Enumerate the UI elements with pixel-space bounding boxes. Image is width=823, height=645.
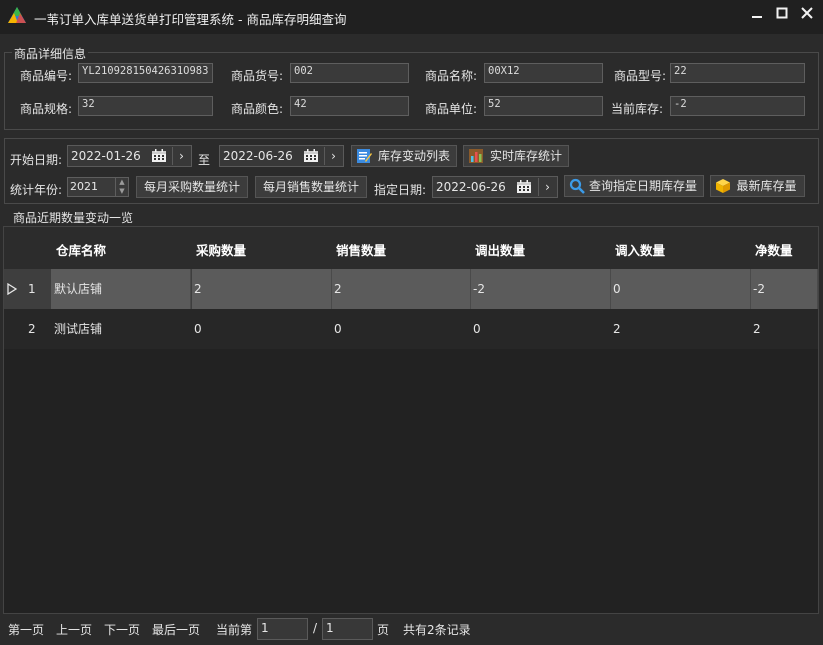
- row-pointer-icon: [7, 283, 17, 295]
- detail-group-title: 商品详细信息: [12, 45, 89, 62]
- cell-warehouse: 默认店铺: [54, 282, 103, 296]
- query-specified-date-stock-button[interactable]: 查询指定日期库存量: [564, 175, 704, 197]
- cell-purchase: 2: [194, 282, 202, 296]
- product-name-label: 商品名称:: [425, 69, 478, 83]
- column-header-net[interactable]: 净数量: [755, 240, 793, 259]
- stock-change-list-label: 库存变动列表: [377, 149, 450, 163]
- product-unit-field[interactable]: 52: [484, 96, 603, 116]
- cell-net: -2: [753, 282, 765, 296]
- start-date-value: 2022-01-26: [71, 149, 141, 163]
- page-slash: /: [313, 621, 318, 635]
- row-index: 1: [28, 282, 36, 296]
- current-stock-field[interactable]: -2: [670, 96, 805, 116]
- cell-sales: 0: [334, 322, 342, 336]
- specified-date-picker[interactable]: 2022-06-26 ›: [432, 176, 558, 198]
- last-page-link[interactable]: 最后一页: [152, 621, 200, 638]
- row-index: 2: [28, 322, 36, 336]
- column-header-warehouse[interactable]: 仓库名称: [56, 240, 106, 259]
- product-spec-label: 商品规格:: [20, 102, 73, 116]
- table-row[interactable]: 1 默认店铺 2 2 -2 0 -2: [4, 269, 818, 309]
- product-name-field[interactable]: 00X12: [484, 63, 603, 83]
- monthly-purchase-label: 每月采购数量统计: [143, 180, 240, 194]
- realtime-stock-button[interactable]: 实时库存统计: [463, 145, 569, 167]
- product-color-field[interactable]: 42: [290, 96, 409, 116]
- cell-transfer-out: -2: [473, 282, 485, 296]
- prev-page-link[interactable]: 上一页: [56, 621, 92, 638]
- year-stepper[interactable]: 2021 ▲ ▼: [67, 177, 129, 197]
- maximize-button[interactable]: [772, 6, 792, 24]
- stock-change-grid[interactable]: 仓库名称 采购数量 销售数量 调出数量 调入数量 净数量 1 默认店铺 2 2 …: [3, 226, 819, 614]
- stock-change-list-button[interactable]: 库存变动列表: [351, 145, 457, 167]
- product-model-field[interactable]: 22: [670, 63, 805, 83]
- grid-header: 仓库名称 采购数量 销售数量 调出数量 调入数量 净数量: [4, 227, 818, 269]
- chevron-right-icon[interactable]: ›: [538, 178, 556, 196]
- current-page-input[interactable]: 1: [257, 618, 308, 640]
- start-date-label: 开始日期:: [10, 153, 63, 167]
- product-sku-label: 商品货号:: [231, 69, 284, 83]
- product-unit-label: 商品单位:: [425, 102, 478, 116]
- close-button[interactable]: [797, 6, 817, 24]
- table-row[interactable]: 2 测试店铺 0 0 0 2 2: [4, 309, 818, 349]
- year-label: 统计年份:: [10, 183, 63, 197]
- year-value: 2021: [70, 180, 98, 193]
- cell-net: 2: [753, 322, 761, 336]
- cell-purchase: 0: [194, 322, 202, 336]
- to-label: 至: [198, 153, 211, 167]
- latest-stock-label: 最新库存量: [736, 179, 797, 193]
- bar-chart-icon: [469, 149, 483, 163]
- total-records-label: 共有2条记录: [403, 623, 471, 637]
- product-model-label: 商品型号:: [614, 69, 667, 83]
- product-code-label: 商品编号:: [20, 69, 73, 83]
- chevron-right-icon[interactable]: ›: [172, 147, 190, 165]
- monthly-sales-label: 每月销售数量统计: [262, 180, 359, 194]
- product-code-field[interactable]: YL21092815042631O983: [78, 63, 213, 83]
- cell-transfer-in: 2: [613, 322, 621, 336]
- query-specified-date-stock-label: 查询指定日期库存量: [588, 179, 697, 193]
- monthly-sales-button[interactable]: 每月销售数量统计: [255, 176, 367, 198]
- minimize-icon: [752, 16, 762, 18]
- column-header-sales[interactable]: 销售数量: [336, 240, 386, 259]
- maximize-icon: [776, 7, 788, 19]
- edit-list-icon: [357, 149, 372, 163]
- latest-stock-button[interactable]: 最新库存量: [710, 175, 805, 197]
- calendar-icon[interactable]: [303, 149, 319, 163]
- realtime-stock-label: 实时库存统计: [489, 149, 562, 163]
- first-page-link[interactable]: 第一页: [8, 621, 44, 638]
- column-header-transfer-in[interactable]: 调入数量: [615, 240, 665, 259]
- window-title: 一苇订单入库单送货单打印管理系统 - 商品库存明细查询: [34, 12, 347, 27]
- package-icon: [716, 179, 730, 193]
- product-spec-field[interactable]: 32: [78, 96, 213, 116]
- current-page-label: 当前第: [216, 623, 253, 637]
- specified-date-value: 2022-06-26: [436, 180, 506, 194]
- start-date-picker[interactable]: 2022-01-26 ›: [67, 145, 192, 167]
- spin-down-icon[interactable]: ▼: [115, 187, 128, 196]
- current-stock-label: 当前库存:: [611, 102, 664, 116]
- cell-transfer-out: 0: [473, 322, 481, 336]
- end-date-picker[interactable]: 2022-06-26 ›: [219, 145, 344, 167]
- close-icon: [801, 7, 813, 19]
- product-color-label: 商品颜色:: [231, 102, 284, 116]
- column-header-purchase[interactable]: 采购数量: [196, 240, 246, 259]
- end-date-value: 2022-06-26: [223, 149, 293, 163]
- specified-date-label: 指定日期:: [374, 183, 427, 197]
- pager: 第一页 上一页 下一页 最后一页 当前第 1 / 1 页 共有2条记录: [0, 618, 823, 640]
- page-unit-label: 页: [377, 623, 390, 637]
- next-page-link[interactable]: 下一页: [104, 621, 140, 638]
- total-pages-field: 1: [322, 618, 373, 640]
- cell-transfer-in: 0: [613, 282, 621, 296]
- spin-up-icon[interactable]: ▲: [115, 178, 128, 187]
- cell-sales: 2: [334, 282, 342, 296]
- calendar-icon[interactable]: [516, 180, 532, 194]
- calendar-icon[interactable]: [151, 149, 167, 163]
- chevron-right-icon[interactable]: ›: [324, 147, 342, 165]
- grid-group-title: 商品近期数量变动一览: [11, 209, 136, 226]
- monthly-purchase-button[interactable]: 每月采购数量统计: [136, 176, 248, 198]
- product-sku-field[interactable]: 002: [290, 63, 409, 83]
- magnifier-icon: [569, 178, 585, 194]
- cell-warehouse: 测试店铺: [54, 322, 103, 336]
- title-bar: 一苇订单入库单送货单打印管理系统 - 商品库存明细查询: [0, 0, 823, 34]
- column-header-transfer-out[interactable]: 调出数量: [475, 240, 525, 259]
- minimize-button[interactable]: [747, 6, 767, 24]
- app-logo-icon: [8, 7, 26, 23]
